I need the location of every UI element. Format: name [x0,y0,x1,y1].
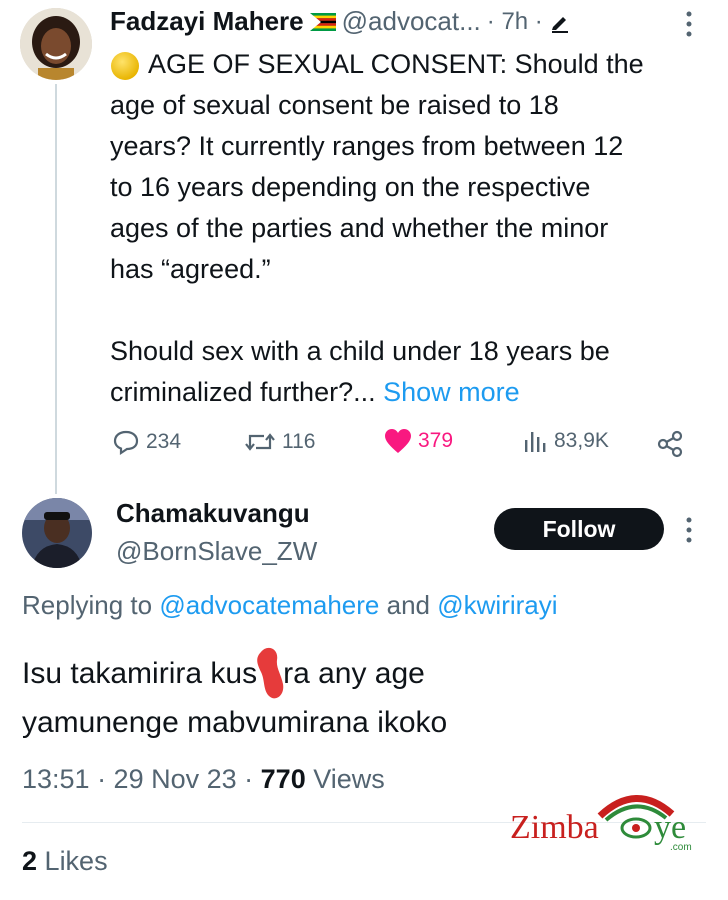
reply-likes-label: Likes [44,846,108,876]
tweet-line: has “agreed.” [110,254,271,284]
reply-view-count: 770 [260,764,306,794]
thread-line [55,84,57,494]
views-chart-icon [525,432,546,452]
tweet-line: AGE OF SEXUAL CONSENT: Should the [110,44,710,85]
reply-author-handle[interactable]: @BornSlave_ZW [116,536,317,567]
mention-kwirirayi[interactable]: @kwirirayi [437,590,557,620]
reply-like-count: 2 [22,846,38,876]
tweet-line: criminalized further?... Show more [110,377,520,407]
reply-author-avatar-image [22,498,92,568]
tweet-line: to 16 years depending on the respective [110,172,591,202]
views-count: 83,9K [554,429,609,452]
zimbaeye-logo: Zimba ye .com [510,795,692,853]
reply-meta: 13:51 · 29 Nov 23 · 770 Views [22,764,385,795]
like-action[interactable]: 379 [384,428,453,454]
reply-more-options-icon[interactable] [683,516,695,544]
heart-icon [385,429,411,453]
svg-text:Zimba: Zimba [510,809,599,846]
tweet-line: age of sexual consent be raised to 18 [110,90,559,120]
reply-action[interactable]: 234 [112,428,181,456]
follow-button[interactable]: Follow [494,508,664,550]
show-more-link[interactable]: Show more [383,377,520,407]
more-options-icon[interactable] [683,10,695,38]
svg-text:ye: ye [654,809,686,846]
reply-text-line: yamunenge mabvumirana ikoko [22,706,448,739]
reply-text-line: Isu takamirira kus [22,657,258,690]
like-count: 379 [418,429,454,452]
views-action[interactable]: 83,9K [522,428,609,454]
svg-text:.com: .com [670,842,692,853]
repost-action[interactable]: 116 [244,428,315,456]
author-name[interactable]: Fadzayi Mahere [110,6,304,37]
yellow-circle-icon [111,52,139,80]
reply-author-avatar[interactable] [22,498,92,568]
reply-timestamp[interactable]: 13:51 · 29 Nov 23 · [22,764,253,794]
author-avatar-image [20,8,92,80]
tweet-body: AGE OF SEXUAL CONSENT: Should the age of… [110,44,710,413]
likes-summary[interactable]: 2 Likes [22,846,108,877]
reply-text: Isu takamirira kus ra any age yamunenge … [22,646,702,744]
tweet-line: Should sex with a child under 18 years b… [110,336,610,366]
reply-views-label: Views [313,764,385,794]
zimbaeye-watermark: Zimba ye .com [508,786,714,856]
tweet-time[interactable]: · 7h · [487,8,543,36]
tweet-line: years? It currently ranges from between … [110,131,624,161]
reply-author-name[interactable]: Chamakuvangu [116,498,310,529]
author-handle[interactable]: @advocat... [342,6,481,37]
red-censor-mark [257,647,284,699]
repost-count: 116 [282,430,316,453]
edit-pencil-icon [551,16,568,33]
zimbabwe-flag-icon [309,12,336,31]
tweet-line: ages of the parties and whether the mino… [110,213,609,243]
author-avatar[interactable] [20,8,92,80]
tweet-header: Fadzayi Mahere @advocat... · 7h · [110,6,571,37]
reply-icon [113,430,139,456]
replying-to-line: Replying to @advocatemahere and @kwirira… [22,590,558,620]
repost-icon [245,433,275,451]
reply-count: 234 [146,430,182,453]
reply-text-line: ra any age [283,657,425,690]
share-icon[interactable] [656,430,684,458]
mention-advocatemahere[interactable]: @advocatemahere [159,590,379,620]
